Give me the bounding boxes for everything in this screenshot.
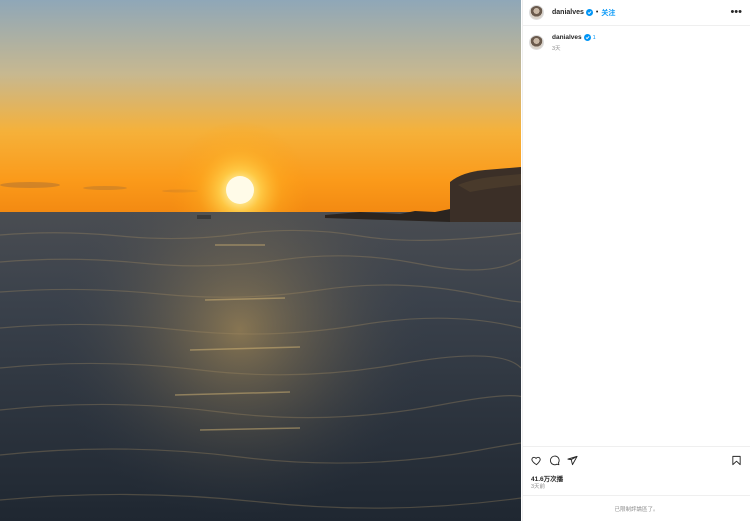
header-username[interactable]: danialves — [552, 9, 584, 16]
caption-username[interactable]: danialves — [552, 34, 582, 41]
share-icon[interactable] — [567, 455, 578, 466]
comment-icon[interactable] — [549, 455, 560, 466]
follow-button[interactable]: 关注 — [601, 8, 615, 18]
verified-badge-icon — [583, 34, 591, 41]
more-options-icon[interactable]: ••• — [730, 7, 742, 18]
bookmark-icon[interactable] — [731, 455, 742, 466]
sunset-image — [0, 0, 521, 521]
caption-body: danialves 1 3天 — [552, 34, 596, 52]
header-separator: • — [595, 9, 599, 16]
post-header: danialves • 关注 ••• — [523, 0, 750, 26]
caption-avatar[interactable] — [529, 35, 544, 50]
comments-disabled-notice: 已限制評論區了。 — [523, 495, 750, 522]
action-bar — [523, 446, 750, 474]
caption-badge-count: 1 — [592, 34, 596, 41]
verified-badge-icon — [585, 9, 593, 16]
post-date[interactable]: 3天前 — [531, 482, 545, 490]
avatar[interactable] — [529, 5, 544, 20]
caption: danialves 1 3天 — [523, 26, 750, 52]
caption-author: danialves 1 — [552, 34, 596, 41]
post-viewer: danialves • 关注 ••• danialves 1 3天 41.6万次… — [0, 0, 750, 521]
post-sidebar: danialves • 关注 ••• danialves 1 3天 41.6万次… — [522, 0, 750, 521]
caption-time: 3天 — [552, 46, 561, 52]
heart-icon[interactable] — [531, 455, 542, 466]
comments-disabled-text: 已限制評論區了。 — [614, 507, 659, 513]
post-photo[interactable] — [0, 0, 521, 521]
